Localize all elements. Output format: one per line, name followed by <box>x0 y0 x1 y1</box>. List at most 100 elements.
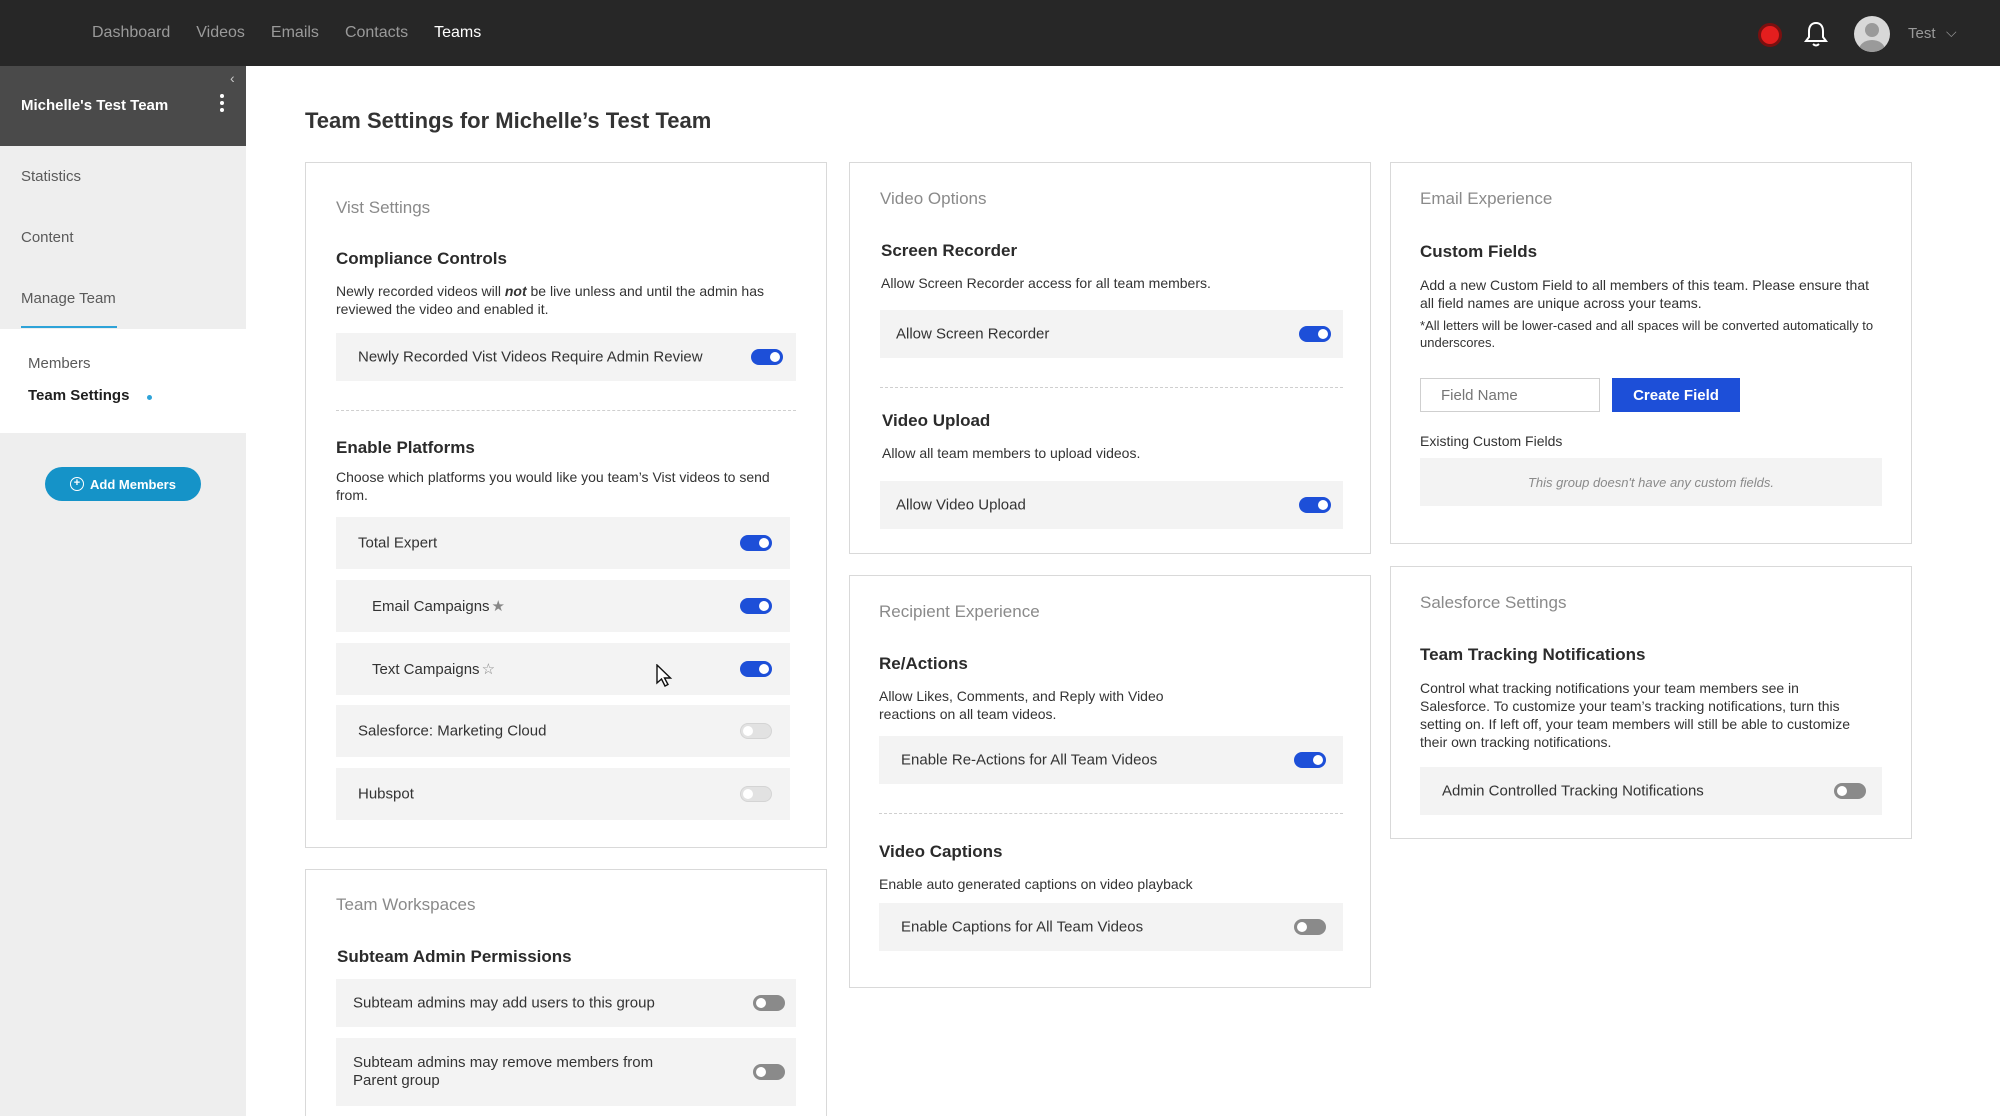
platform-label: Email Campaigns <box>372 598 490 615</box>
permission-label: Subteam admins may remove members from P… <box>353 1054 654 1089</box>
custom-fields-title: Custom Fields <box>1420 242 1538 261</box>
tracking-desc: Control what tracking notifications your… <box>1420 680 1851 750</box>
platform-label-wrap: Text Campaigns ☆ <box>372 660 495 678</box>
tracking-label: Admin Controlled Tracking Notifications <box>1442 782 1704 800</box>
nav-dashboard[interactable]: Dashboard <box>92 24 170 42</box>
permission-row: Subteam admins may add users to this gro… <box>336 979 796 1027</box>
screen-recorder-toggle[interactable] <box>1299 326 1331 342</box>
avatar[interactable] <box>1854 16 1890 52</box>
divider <box>879 813 1343 814</box>
card-title: Video Options <box>880 189 987 208</box>
platform-row: Salesforce: Marketing Cloud <box>336 705 790 757</box>
platform-row: Text Campaigns ☆ <box>336 643 790 695</box>
reactions-desc: Allow Likes, Comments, and Reply with Vi… <box>879 688 1164 722</box>
admin-review-label: Newly Recorded Vist Videos Require Admin… <box>358 348 703 366</box>
star-outline-icon[interactable]: ☆ <box>482 661 495 678</box>
active-indicator <box>147 395 152 400</box>
captions-toggle[interactable] <box>1294 919 1326 935</box>
platform-label: Text Campaigns <box>372 661 480 678</box>
sidebar-item-manage-team[interactable]: Manage Team <box>21 290 116 307</box>
nav-teams[interactable]: Teams <box>434 24 481 42</box>
manage-team-subnav <box>0 329 246 433</box>
top-navbar: Dashboard Videos Emails Contacts Teams T… <box>0 0 2000 66</box>
add-members-button[interactable]: + Add Members <box>45 467 201 501</box>
nav-contacts[interactable]: Contacts <box>345 24 408 42</box>
platforms-title: Enable Platforms <box>336 438 475 457</box>
permission-toggle[interactable] <box>753 995 785 1011</box>
sidebar: ‹ Michelle's Test Team Statistics Conten… <box>0 66 246 1116</box>
custom-fields-note: *All letters will be lower-cased and all… <box>1420 318 1874 350</box>
platform-label-wrap: Email Campaigns ★ <box>372 597 505 615</box>
subteam-title: Subteam Admin Permissions <box>337 947 572 966</box>
platform-toggle[interactable] <box>740 535 772 551</box>
video-upload-title: Video Upload <box>882 411 991 430</box>
platform-toggle[interactable] <box>740 598 772 614</box>
admin-review-toggle[interactable] <box>751 349 783 365</box>
create-field-button[interactable]: Create Field <box>1612 378 1740 412</box>
screen-recorder-desc: Allow Screen Recorder access for all tea… <box>881 275 1211 291</box>
mouse-cursor-icon <box>656 664 673 687</box>
chevron-down-icon[interactable]: ⌵ <box>1946 24 1957 41</box>
page-title: Team Settings for Michelle’s Test Team <box>305 108 712 133</box>
platform-row: Email Campaigns ★ <box>336 580 790 632</box>
custom-fields-desc: Add a new Custom Field to all members of… <box>1420 277 1869 311</box>
divider <box>336 410 796 411</box>
compliance-title: Compliance Controls <box>336 249 507 268</box>
custom-fields-empty: This group doesn't have any custom field… <box>1420 458 1882 506</box>
desc-part: Newly recorded videos will <box>336 283 505 299</box>
card-title: Team Workspaces <box>336 895 476 914</box>
video-upload-toggle[interactable] <box>1299 497 1331 513</box>
captions-desc: Enable auto generated captions on video … <box>879 876 1193 892</box>
tracking-row: Admin Controlled Tracking Notifications <box>1420 767 1882 815</box>
captions-title: Video Captions <box>879 842 1003 861</box>
platforms-desc: Choose which platforms you would like yo… <box>336 469 770 503</box>
platform-row: Total Expert <box>336 517 790 569</box>
card-title: Recipient Experience <box>879 602 1040 621</box>
user-silhouette-icon <box>1859 23 1885 52</box>
platform-row: Hubspot <box>336 768 790 820</box>
active-underline <box>21 326 117 328</box>
bell-icon[interactable] <box>1803 20 1829 48</box>
nav-videos[interactable]: Videos <box>196 24 245 42</box>
reactions-title: Re/Actions <box>879 654 968 673</box>
compliance-desc: Newly recorded videos will not be live u… <box>336 282 796 318</box>
star-filled-icon[interactable]: ★ <box>492 598 505 615</box>
reactions-toggle[interactable] <box>1294 752 1326 768</box>
salesforce-settings-card: Salesforce Settings Team Tracking Notifi… <box>1390 566 1912 839</box>
platform-label: Hubspot <box>358 785 414 803</box>
collapse-icon[interactable]: ‹ <box>230 70 235 86</box>
platform-toggle[interactable] <box>740 723 772 739</box>
tracking-toggle[interactable] <box>1834 783 1866 799</box>
team-name: Michelle's Test Team <box>21 97 169 114</box>
reactions-label: Enable Re-Actions for All Team Videos <box>901 751 1158 769</box>
permission-row: Subteam admins may remove members from P… <box>336 1038 796 1106</box>
admin-review-row: Newly Recorded Vist Videos Require Admin… <box>336 333 796 381</box>
main-nav: Dashboard Videos Emails Contacts Teams <box>92 0 507 66</box>
platform-label: Salesforce: Marketing Cloud <box>358 722 547 740</box>
platform-label: Total Expert <box>358 534 438 552</box>
existing-fields-label: Existing Custom Fields <box>1420 433 1563 449</box>
permission-label: Subteam admins may add users to this gro… <box>353 994 655 1012</box>
team-workspaces-card: Team Workspaces Subteam Admin Permission… <box>305 869 827 1116</box>
nav-emails[interactable]: Emails <box>271 24 319 42</box>
sidebar-item-members[interactable]: Members <box>28 355 91 372</box>
video-upload-row: Allow Video Upload <box>880 481 1343 529</box>
sidebar-item-content[interactable]: Content <box>21 229 74 246</box>
video-upload-label: Allow Video Upload <box>896 496 1026 514</box>
screen-recorder-label: Allow Screen Recorder <box>896 325 1050 343</box>
recipient-experience-card: Recipient Experience Re/Actions Allow Li… <box>849 575 1371 988</box>
screen-recorder-title: Screen Recorder <box>881 241 1018 260</box>
video-options-card: Video Options Screen Recorder Allow Scre… <box>849 162 1371 554</box>
record-icon[interactable] <box>1758 23 1782 47</box>
user-name[interactable]: Test <box>1908 25 1936 42</box>
sidebar-item-team-settings[interactable]: Team Settings <box>28 387 129 404</box>
add-members-label: Add Members <box>90 476 176 492</box>
vist-settings-card: Vist Settings Compliance Controls Newly … <box>305 162 827 848</box>
field-name-input[interactable] <box>1420 378 1600 412</box>
kebab-menu-icon[interactable] <box>218 94 226 116</box>
platform-toggle[interactable] <box>740 786 772 802</box>
platform-toggle[interactable] <box>740 661 772 677</box>
tracking-title: Team Tracking Notifications <box>1420 645 1646 664</box>
sidebar-item-statistics[interactable]: Statistics <box>21 168 81 185</box>
permission-toggle[interactable] <box>753 1064 785 1080</box>
